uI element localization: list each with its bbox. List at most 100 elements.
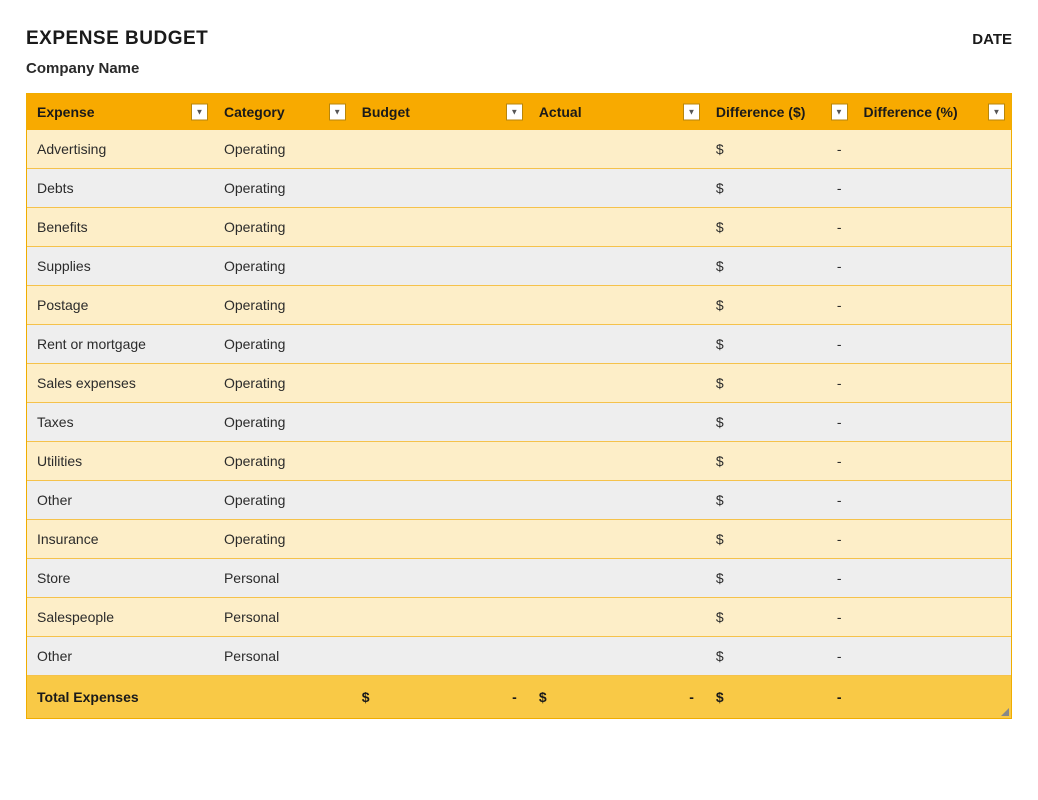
cell-expense[interactable]: Sales expenses	[27, 364, 214, 403]
cell-category[interactable]: Personal	[214, 559, 352, 598]
col-header-label: Difference (%)	[864, 104, 958, 120]
cell-budget[interactable]	[352, 637, 529, 676]
cell-difference-dollar[interactable]: $-	[706, 559, 854, 598]
cell-budget[interactable]	[352, 247, 529, 286]
cell-category[interactable]: Operating	[214, 481, 352, 520]
cell-difference-dollar[interactable]: $-	[706, 481, 854, 520]
cell-difference-percent[interactable]	[854, 598, 1011, 637]
cell-difference-percent[interactable]	[854, 208, 1011, 247]
cell-expense[interactable]: Advertising	[27, 130, 214, 169]
cell-actual[interactable]	[529, 481, 706, 520]
cell-category[interactable]: Personal	[214, 598, 352, 637]
cell-difference-dollar[interactable]: $-	[706, 208, 854, 247]
cell-actual[interactable]	[529, 325, 706, 364]
cell-actual[interactable]	[529, 637, 706, 676]
cell-category[interactable]: Operating	[214, 442, 352, 481]
cell-expense[interactable]: Supplies	[27, 247, 214, 286]
cell-category[interactable]: Operating	[214, 130, 352, 169]
cell-category[interactable]: Operating	[214, 169, 352, 208]
cell-category[interactable]: Operating	[214, 364, 352, 403]
cell-expense[interactable]: Postage	[27, 286, 214, 325]
filter-dropdown-icon[interactable]: ▼	[831, 104, 848, 121]
cell-budget[interactable]	[352, 442, 529, 481]
cell-actual[interactable]	[529, 247, 706, 286]
cell-expense[interactable]: Other	[27, 481, 214, 520]
filter-dropdown-icon[interactable]: ▼	[506, 104, 523, 121]
cell-actual[interactable]	[529, 520, 706, 559]
cell-budget[interactable]	[352, 403, 529, 442]
cell-difference-dollar[interactable]: $-	[706, 637, 854, 676]
cell-actual[interactable]	[529, 559, 706, 598]
cell-budget[interactable]	[352, 364, 529, 403]
cell-difference-percent[interactable]	[854, 247, 1011, 286]
cell-difference-percent[interactable]	[854, 130, 1011, 169]
cell-budget[interactable]	[352, 520, 529, 559]
cell-difference-percent[interactable]	[854, 325, 1011, 364]
cell-difference-percent[interactable]	[854, 403, 1011, 442]
col-header-label: Difference ($)	[716, 104, 805, 120]
cell-expense[interactable]: Store	[27, 559, 214, 598]
cell-budget[interactable]	[352, 598, 529, 637]
table-resize-handle-icon[interactable]	[1001, 708, 1009, 716]
cell-actual[interactable]	[529, 403, 706, 442]
cell-difference-percent[interactable]	[854, 169, 1011, 208]
cell-actual[interactable]	[529, 208, 706, 247]
filter-dropdown-icon[interactable]: ▼	[329, 104, 346, 121]
cell-expense[interactable]: Benefits	[27, 208, 214, 247]
cell-difference-dollar[interactable]: $-	[706, 325, 854, 364]
cell-budget[interactable]	[352, 208, 529, 247]
cell-difference-dollar[interactable]: $-	[706, 169, 854, 208]
cell-category[interactable]: Operating	[214, 520, 352, 559]
cell-difference-dollar[interactable]: $-	[706, 364, 854, 403]
table-row: InsuranceOperating$-	[27, 520, 1011, 559]
cell-expense[interactable]: Salespeople	[27, 598, 214, 637]
cell-difference-dollar[interactable]: $-	[706, 598, 854, 637]
cell-budget[interactable]	[352, 169, 529, 208]
cell-budget[interactable]	[352, 286, 529, 325]
cell-difference-percent[interactable]	[854, 364, 1011, 403]
cell-category[interactable]: Personal	[214, 637, 352, 676]
cell-actual[interactable]	[529, 598, 706, 637]
cell-difference-dollar[interactable]: $-	[706, 130, 854, 169]
cell-difference-dollar[interactable]: $-	[706, 247, 854, 286]
cell-difference-dollar[interactable]: $-	[706, 403, 854, 442]
filter-dropdown-icon[interactable]: ▼	[683, 104, 700, 121]
cell-difference-dollar[interactable]: $-	[706, 520, 854, 559]
cell-actual[interactable]	[529, 364, 706, 403]
cell-actual[interactable]	[529, 442, 706, 481]
cell-expense[interactable]: Rent or mortgage	[27, 325, 214, 364]
cell-difference-percent[interactable]	[854, 442, 1011, 481]
cell-category[interactable]: Operating	[214, 325, 352, 364]
cell-budget[interactable]	[352, 559, 529, 598]
cell-difference-dollar[interactable]: $-	[706, 442, 854, 481]
cell-category[interactable]: Operating	[214, 247, 352, 286]
cell-category[interactable]: Operating	[214, 208, 352, 247]
currency-symbol: $	[716, 531, 730, 547]
cell-actual[interactable]	[529, 130, 706, 169]
cell-expense[interactable]: Other	[27, 637, 214, 676]
cell-expense[interactable]: Taxes	[27, 403, 214, 442]
cell-difference-percent[interactable]	[854, 559, 1011, 598]
col-header-expense: Expense ▼	[27, 94, 214, 130]
currency-symbol: $	[716, 180, 730, 196]
cell-difference-percent[interactable]	[854, 481, 1011, 520]
cell-expense[interactable]: Utilities	[27, 442, 214, 481]
cell-actual[interactable]	[529, 286, 706, 325]
filter-dropdown-icon[interactable]: ▼	[988, 104, 1005, 121]
cell-difference-percent[interactable]	[854, 520, 1011, 559]
cell-expense[interactable]: Insurance	[27, 520, 214, 559]
cell-expense[interactable]: Debts	[27, 169, 214, 208]
currency-symbol: $	[716, 219, 730, 235]
currency-symbol: $	[716, 648, 730, 664]
cell-category[interactable]: Operating	[214, 403, 352, 442]
cell-difference-dollar[interactable]: $-	[706, 286, 854, 325]
cell-budget[interactable]	[352, 130, 529, 169]
cell-actual[interactable]	[529, 169, 706, 208]
value-dash: -	[837, 531, 842, 547]
filter-dropdown-icon[interactable]: ▼	[191, 104, 208, 121]
cell-difference-percent[interactable]	[854, 637, 1011, 676]
cell-budget[interactable]	[352, 481, 529, 520]
cell-difference-percent[interactable]	[854, 286, 1011, 325]
cell-budget[interactable]	[352, 325, 529, 364]
cell-category[interactable]: Operating	[214, 286, 352, 325]
